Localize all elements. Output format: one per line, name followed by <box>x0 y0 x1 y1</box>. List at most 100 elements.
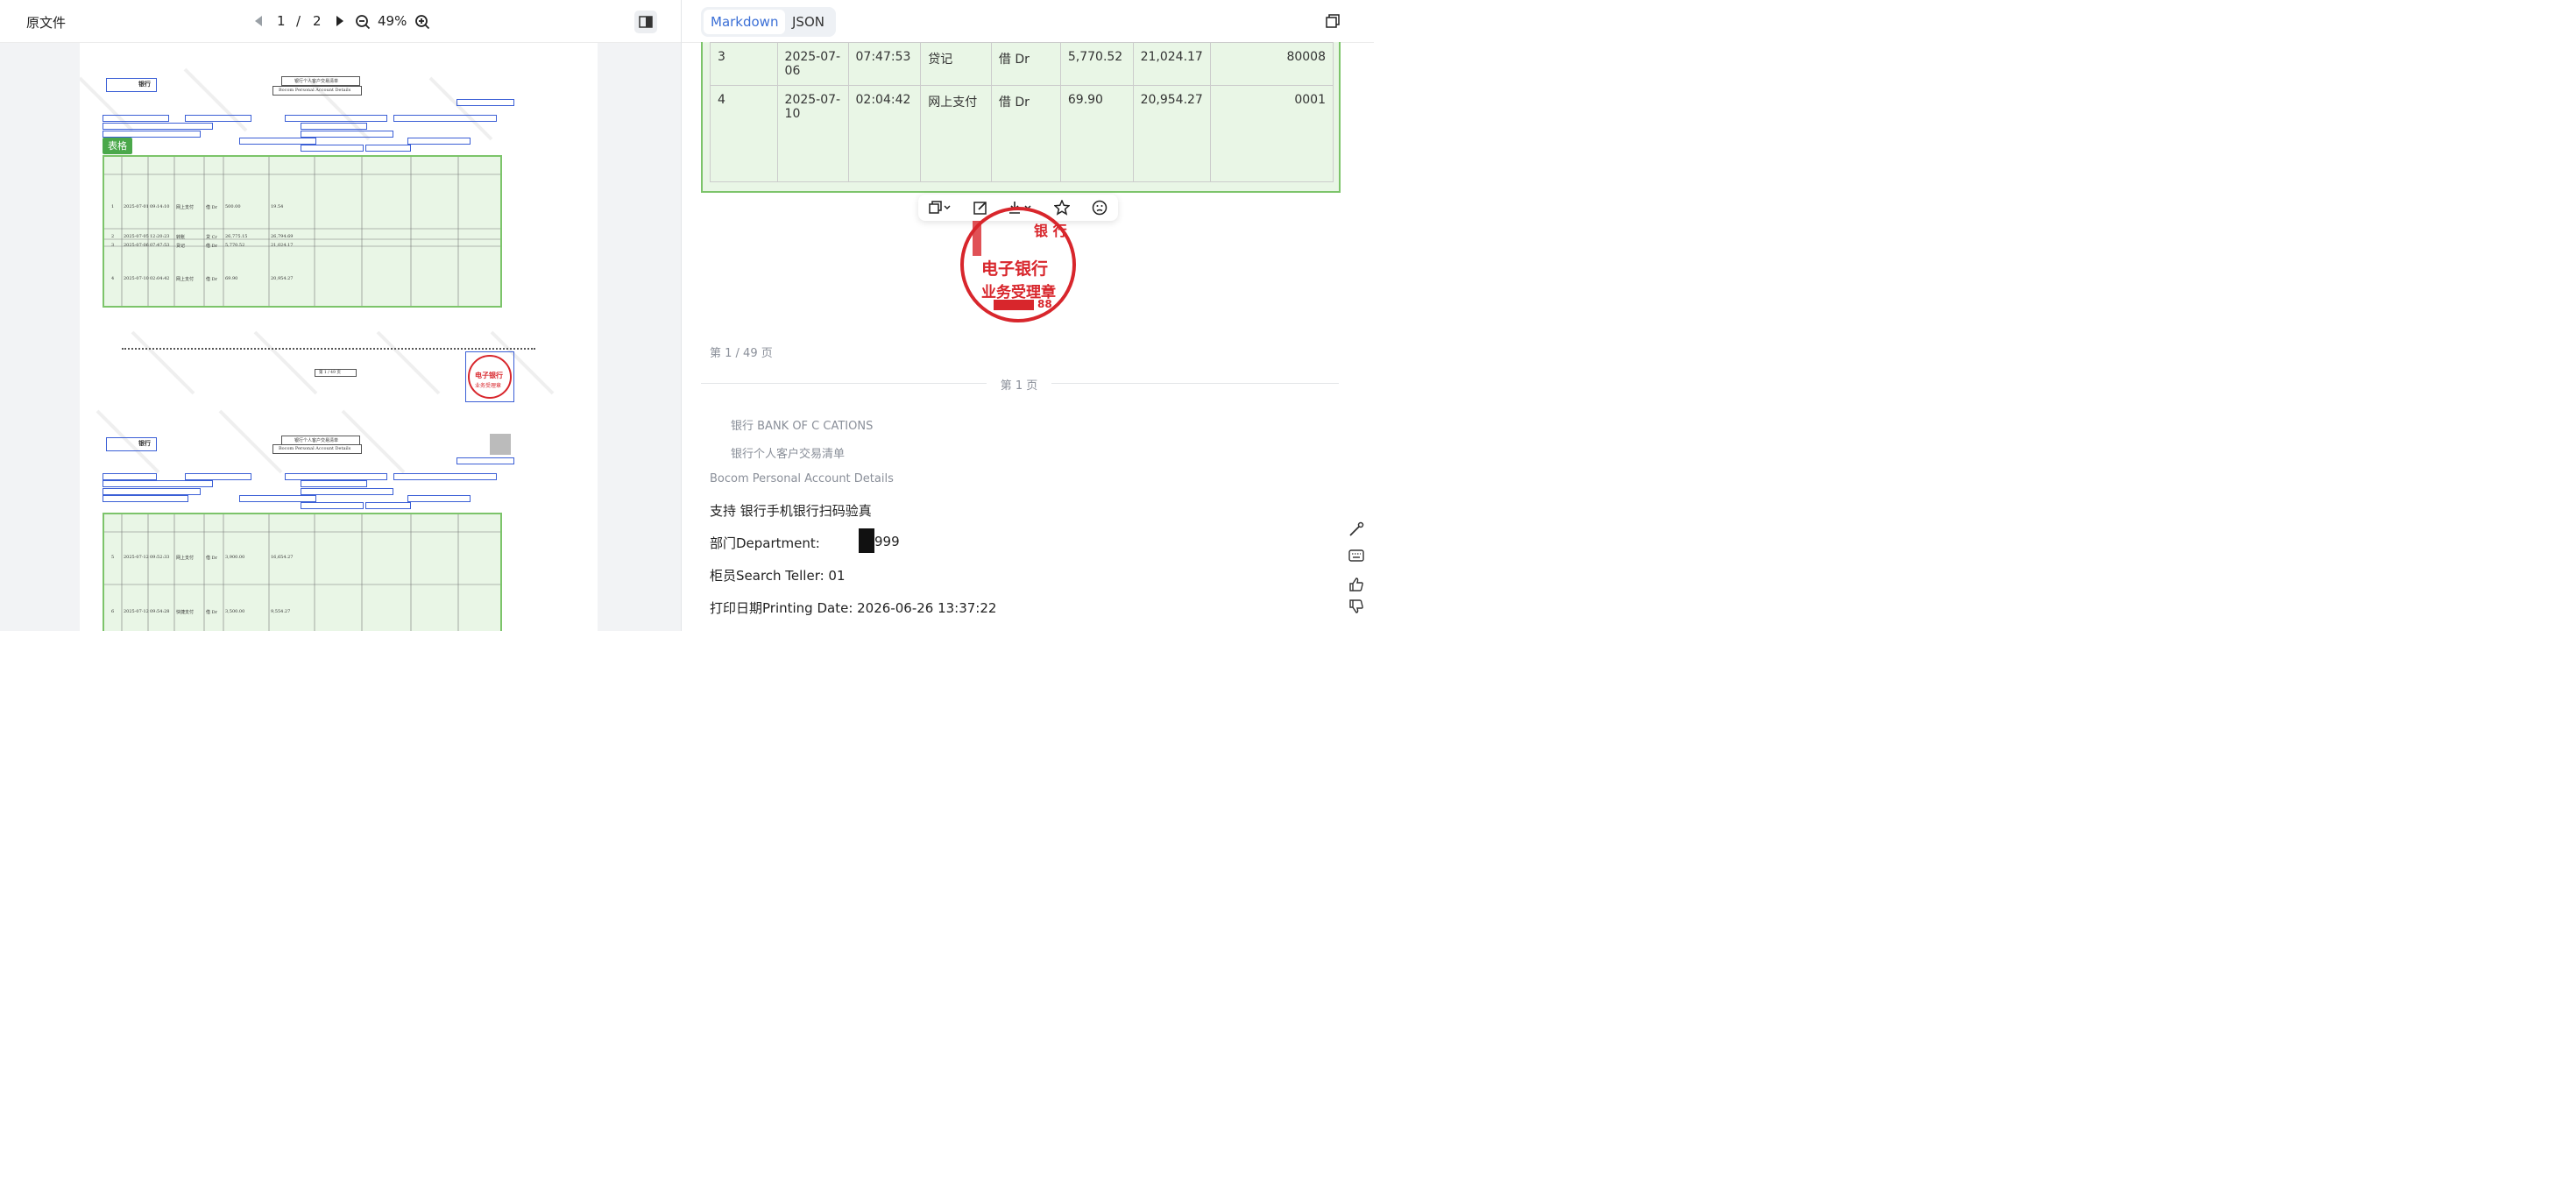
right-toolbar: Markdown JSON <box>682 0 1374 43</box>
zoom-in-icon[interactable] <box>414 13 431 31</box>
scan-cell-amount: 500.00 <box>225 204 241 209</box>
scan-cell-type: 贷记 <box>176 244 186 249</box>
field-box <box>103 480 213 487</box>
seal-text-1: 电子银行 <box>475 372 503 379</box>
table-cell: 2025-07-10 <box>776 85 849 182</box>
page-divider-label: 第 1 页 <box>1000 379 1038 393</box>
zoom-out-icon[interactable] <box>354 13 372 31</box>
copy-icon[interactable] <box>1325 13 1341 29</box>
md-bank-line: 银行 BANK OF C CATIONS <box>731 420 874 433</box>
divider-left <box>701 383 987 384</box>
table-cell: 02:04:42 <box>847 85 922 182</box>
scan-cell-type: 网上支付 <box>176 205 195 210</box>
field-box <box>103 123 213 130</box>
scan-cell-date: 2025-07-12 <box>124 555 149 560</box>
scan-cell-type: 转账 <box>176 235 186 240</box>
scan-title-cn: 银行个人客户交易清单 <box>294 79 339 84</box>
feedback-face-icon[interactable] <box>1092 200 1108 216</box>
left-toolbar: 原文件 1 / 2 49% <box>0 0 681 43</box>
table-cell: 21,024.17 <box>1132 42 1211 86</box>
scan-cell-amount: 3,500.00 <box>225 609 245 614</box>
field-box <box>185 473 251 480</box>
scan-cell-type: 快捷支付 <box>176 610 195 615</box>
scan-cell-flag: 借 Dr <box>206 205 217 210</box>
field-box <box>285 115 387 122</box>
tab-json[interactable]: JSON <box>785 10 832 34</box>
scan-cell-balance: 21,024.17 <box>271 243 294 248</box>
scan-cell-serial: 1 <box>111 204 115 209</box>
md-en-title: Bocom Personal Account Details <box>710 472 894 485</box>
table-cell: 2025-07-06 <box>776 42 849 86</box>
field-box <box>456 457 514 464</box>
scan-cell-time: 07:47:53 <box>150 243 170 248</box>
table-cell: 20,954.27 <box>1132 85 1211 182</box>
bank-logo-text: 银行 <box>138 80 151 88</box>
table-cell: 5,770.52 <box>1059 42 1134 86</box>
thumbs-down-icon[interactable] <box>1348 598 1365 615</box>
seal-number: 88 <box>1037 298 1052 310</box>
scan-cell-serial: 4 <box>111 276 115 281</box>
bank-logo-box-2: 银行 <box>106 437 157 451</box>
scan-cell-time: 09:54:28 <box>150 609 170 614</box>
table-cell: 网上支付 <box>920 85 992 182</box>
md-dept-value: 999 <box>874 534 900 549</box>
scan-cell-date: 2025-07-01 <box>124 204 149 209</box>
scan-title-cn-box: 银行个人客户交易清单 <box>281 76 360 86</box>
field-box <box>301 502 364 509</box>
seal-text-2: 业务受理章 <box>475 383 502 389</box>
seal-box: 电子银行 业务受理章 <box>465 351 514 402</box>
scan-cell-flag: 借 Dr <box>206 277 217 282</box>
field-box <box>301 123 367 130</box>
total-pages: 2 <box>313 13 322 29</box>
scan-cell-time: 02:04:42 <box>150 276 170 281</box>
scan-cell-amount: 26,775.15 <box>225 234 248 239</box>
tab-markdown[interactable]: Markdown <box>704 10 786 34</box>
field-box <box>407 495 471 502</box>
field-box <box>103 488 201 495</box>
page-separator-line <box>122 348 535 350</box>
field-box <box>103 131 201 138</box>
markdown-table-region[interactable]: 3 2025-07-06 07:47:53 贷记借 Dr 5,770.52 21,024.… <box>701 42 1341 193</box>
keyboard-icon[interactable] <box>1348 547 1365 564</box>
view-mode-switch: Markdown JSON <box>701 7 836 37</box>
page-mark: 第 1 / 49 页 <box>319 371 341 375</box>
table-cell: 借 Dr <box>990 85 1061 182</box>
seal-image: 银 行 电子银行 业务受理章 88 <box>959 207 1081 326</box>
scan-cell-time: 09:14:10 <box>150 204 170 209</box>
scan-cell-flag: 借 Dr <box>206 556 217 561</box>
table-row: 3 2025-07-06 07:47:53 贷记借 Dr 5,770.52 21,024.… <box>710 42 1334 86</box>
copy-block-icon[interactable] <box>929 201 952 215</box>
current-page[interactable]: 1 <box>277 13 286 29</box>
table-tag[interactable]: 表格 <box>103 138 132 154</box>
table-cell: 07:47:53 <box>847 42 922 86</box>
field-box <box>393 115 497 122</box>
page-mark-box: 第 1 / 49 页 <box>315 369 357 377</box>
field-box <box>365 145 411 152</box>
seal-top-text: 银 行 <box>1034 223 1067 239</box>
thumbs-up-icon[interactable] <box>1348 576 1365 593</box>
compare-layout-icon[interactable] <box>634 11 657 33</box>
scan-cell-flag: 借 Dr <box>206 244 217 249</box>
scan-cell-balance: 9,554.27 <box>271 609 291 614</box>
table-cell: 借 Dr <box>990 42 1061 86</box>
redaction-block <box>859 528 874 553</box>
scan-cell-flag: 借 Dr <box>206 610 217 615</box>
prev-page-icon[interactable] <box>251 13 266 29</box>
scan-cell-balance: 16,654.27 <box>271 555 294 560</box>
table-cell: 3 <box>710 42 778 86</box>
scan-cell-time: 09:52:33 <box>150 555 170 560</box>
page-separator: / <box>296 13 301 29</box>
md-list-title: 银行个人客户交易清单 <box>731 448 846 461</box>
field-box <box>301 480 367 487</box>
field-box <box>301 131 393 138</box>
field-box <box>103 115 169 122</box>
field-box <box>239 138 316 145</box>
magic-wand-icon[interactable] <box>1348 521 1365 538</box>
bank-logo-box: 银行 <box>106 78 157 92</box>
table-row: 4 2025-07-10 02:04:42 网上支付借 Dr 69.90 20,954.2… <box>710 85 1334 182</box>
next-page-icon[interactable] <box>332 13 348 29</box>
scan-cell-serial: 2 <box>111 234 115 239</box>
table-region-2[interactable]: 5 2025-07-12 09:52:33 网上支付借 Dr 3,900.00 16,65… <box>103 513 502 631</box>
field-box <box>393 473 497 480</box>
table-region-1[interactable]: 1 2025-07-01 09:14:10 网上支付借 Dr 500.00 19.54 2 2… <box>103 155 502 308</box>
